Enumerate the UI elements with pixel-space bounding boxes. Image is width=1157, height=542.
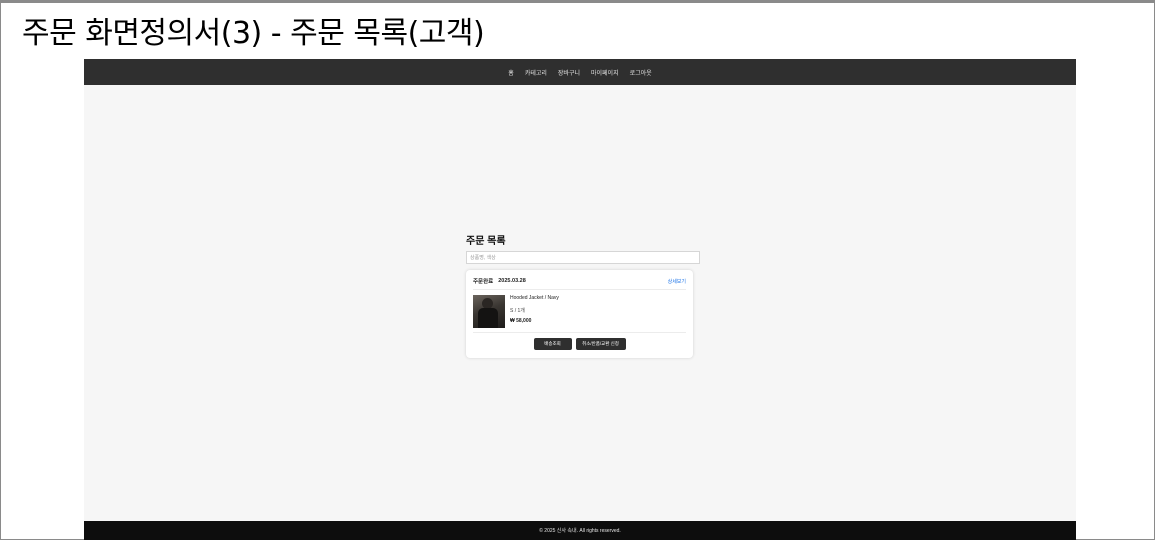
- document-title: 주문 화면정의서(3) - 주문 목록(고객): [22, 16, 485, 51]
- product-option: S / 1개: [510, 308, 525, 314]
- nav-mypage[interactable]: 마이페이지: [591, 68, 619, 77]
- cancel-return-exchange-button[interactable]: 취소/반품/교환 신청: [575, 338, 626, 350]
- page-title: 주문 목록: [466, 236, 506, 247]
- order-date: 2025.03.28: [498, 278, 526, 284]
- order-detail-link[interactable]: 상세보기: [668, 278, 686, 285]
- site-footer: © 2025 신사 속내. All rights reserved.: [84, 521, 1076, 540]
- search-input[interactable]: [466, 251, 700, 264]
- order-card: 주문완료 2025.03.28 상세보기 Hooded Jacket / Nav…: [466, 270, 693, 358]
- website-screenshot: 홈 카테고리 장바구니 마이페이지 로그아웃 주문 목록 주문완료 2025.0…: [84, 59, 1076, 540]
- copyright-text: © 2025 신사 속내. All rights reserved.: [539, 528, 621, 534]
- order-status: 주문완료: [473, 279, 494, 285]
- track-shipping-button[interactable]: 배송조회: [533, 338, 572, 350]
- divider: [473, 289, 686, 290]
- nav-cart[interactable]: 장바구니: [558, 68, 580, 77]
- order-actions: 배송조회 취소/반품/교환 신청: [466, 338, 693, 350]
- product-thumbnail[interactable]: [473, 295, 505, 328]
- divider: [473, 332, 686, 333]
- nav-category[interactable]: 카테고리: [525, 68, 547, 77]
- product-price: ₩ 58,000: [510, 318, 532, 324]
- top-navigation: 홈 카테고리 장바구니 마이페이지 로그아웃: [84, 59, 1076, 85]
- nav-logout[interactable]: 로그아웃: [630, 68, 652, 77]
- nav-home[interactable]: 홈: [508, 68, 514, 77]
- product-name: Hooded Jacket / Navy: [510, 295, 559, 301]
- order-card-header: 주문완료 2025.03.28 상세보기: [473, 276, 686, 286]
